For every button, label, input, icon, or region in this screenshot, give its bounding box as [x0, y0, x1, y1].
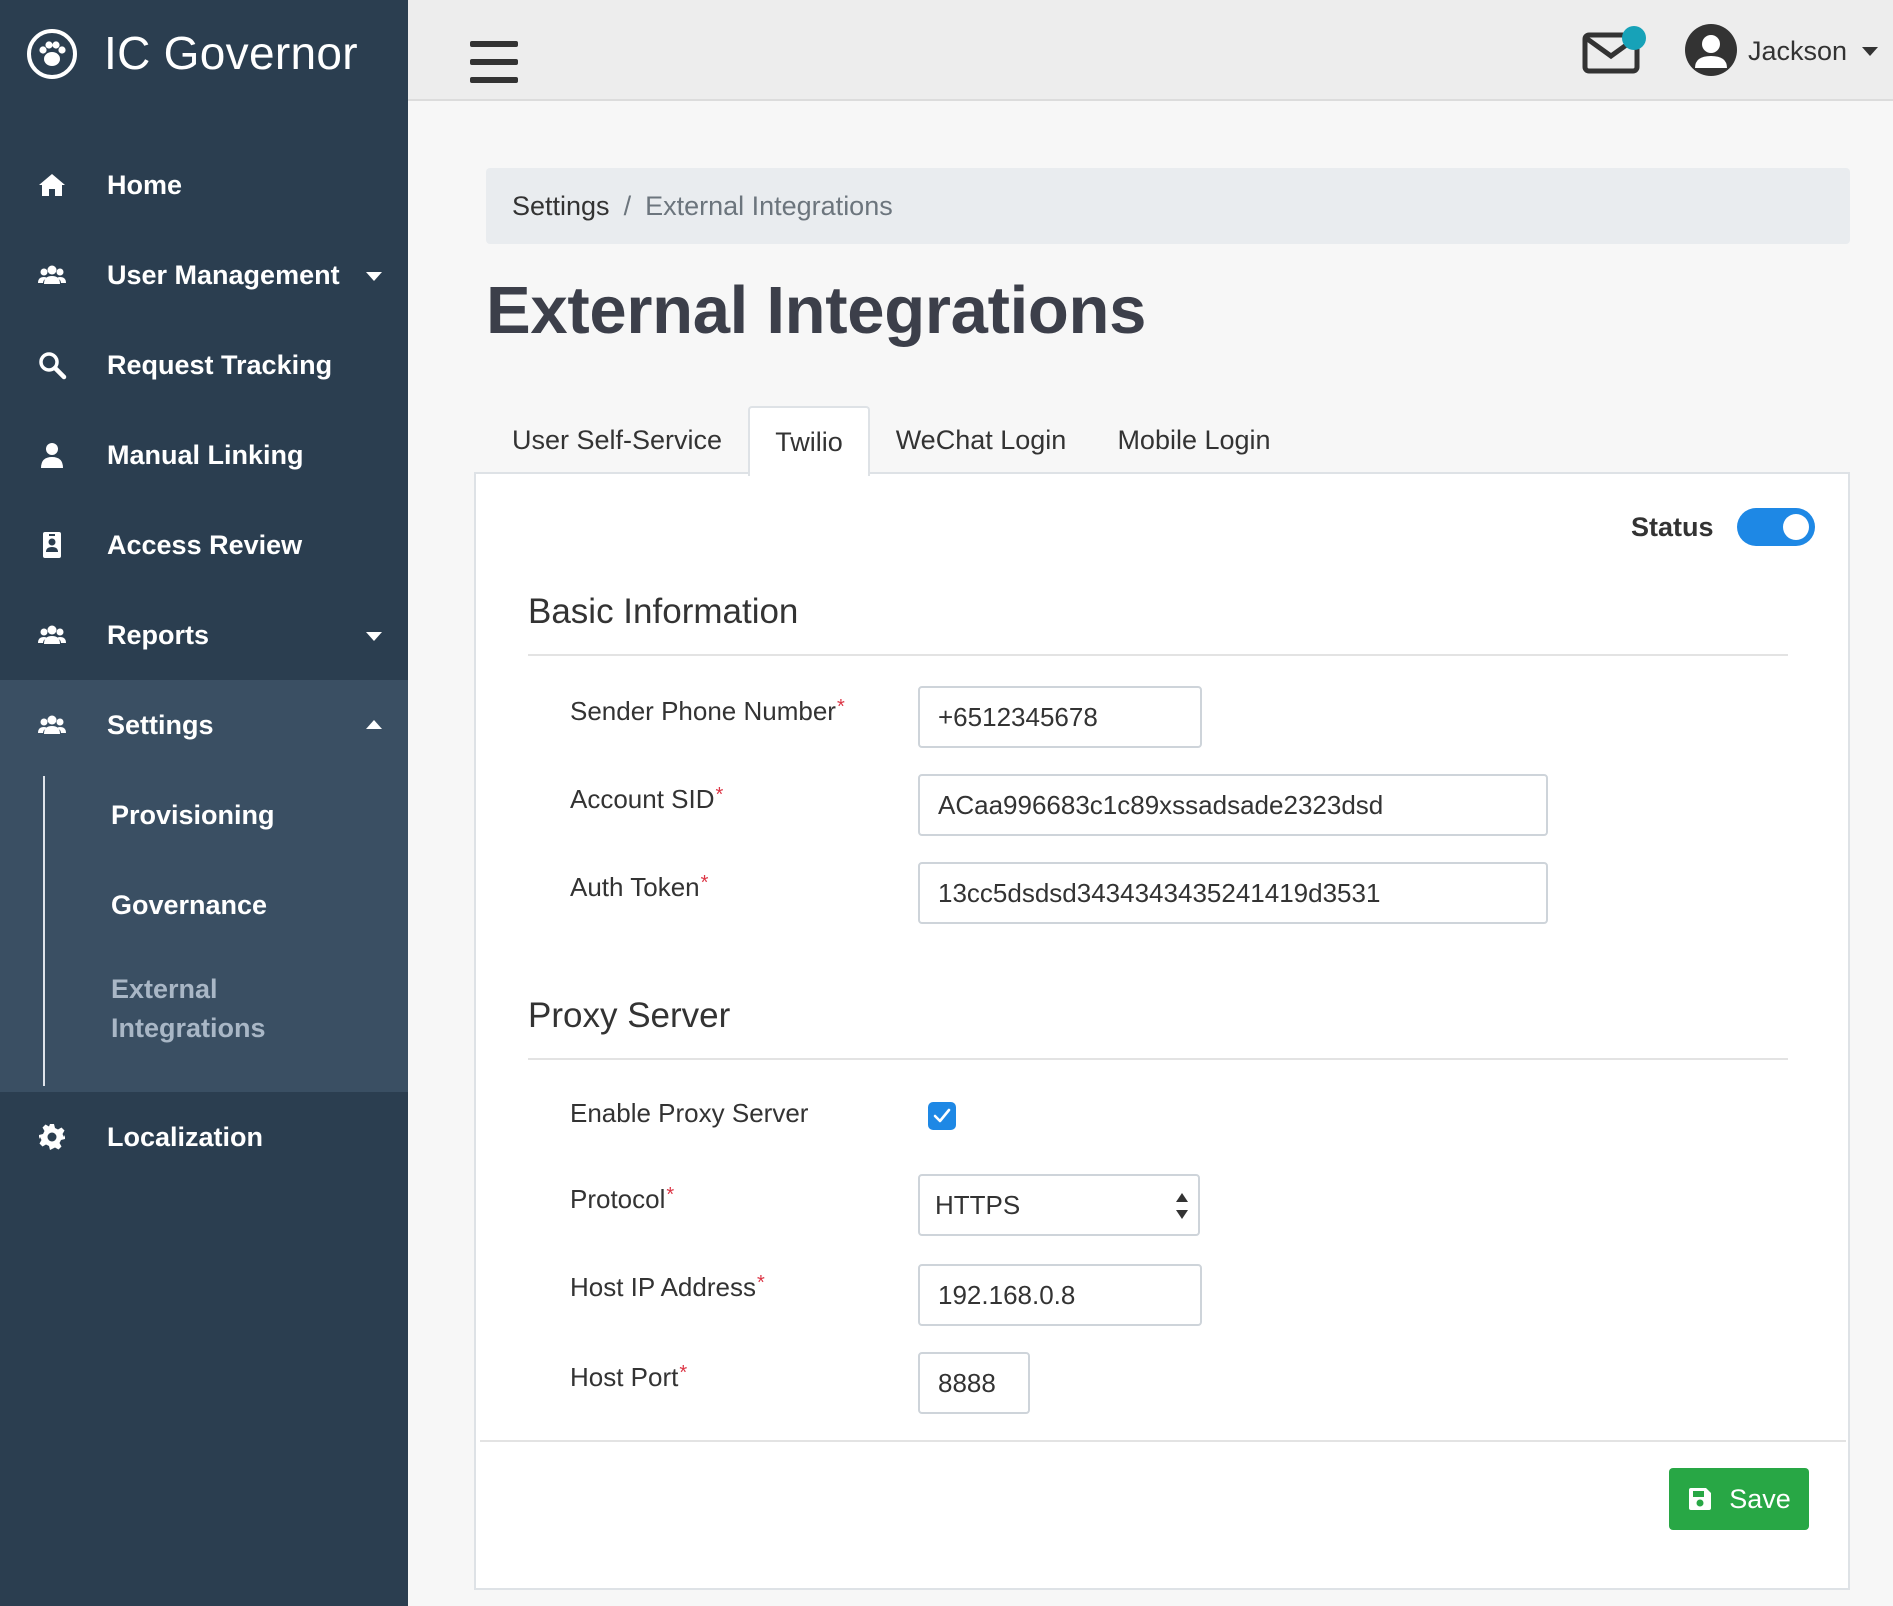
- tab-mobile-login[interactable]: Mobile Login: [1092, 406, 1296, 474]
- users-icon: [36, 259, 68, 291]
- sidebar-item-settings[interactable]: Settings: [0, 680, 408, 770]
- label-text: Host Port: [570, 1362, 679, 1392]
- status-toggle[interactable]: [1737, 508, 1815, 546]
- settings-group: Settings Provisioning Governance Externa…: [0, 680, 408, 1092]
- id-badge-icon: [36, 529, 68, 561]
- section-divider: [528, 654, 1788, 656]
- chevron-down-icon[interactable]: [1862, 47, 1878, 56]
- sidebar-item-manual-linking[interactable]: Manual Linking: [0, 410, 408, 500]
- sidebar-item-label: Localization: [107, 1121, 264, 1152]
- required-mark: *: [666, 1184, 675, 1206]
- host-port-input[interactable]: [918, 1352, 1030, 1414]
- sidebar-item-home[interactable]: Home: [0, 140, 408, 230]
- sidebar-item-localization[interactable]: Localization: [0, 1092, 408, 1182]
- label-text: Account SID: [570, 784, 715, 814]
- label-text: Auth Token: [570, 872, 700, 902]
- save-icon: [1689, 1488, 1712, 1510]
- sidebar-subitem-external-integrations[interactable]: External Integrations: [0, 950, 408, 1068]
- sidebar-item-label: Settings: [107, 709, 214, 740]
- sidebar-item-label: Access Review: [107, 529, 303, 560]
- sidebar-item-request-tracking[interactable]: Request Tracking: [0, 320, 408, 410]
- required-mark: *: [679, 1362, 688, 1384]
- required-mark: *: [715, 784, 724, 806]
- user-avatar-icon[interactable]: [1685, 24, 1737, 76]
- sidebar-item-reports[interactable]: Reports: [0, 590, 408, 680]
- sidebar-item-user-management[interactable]: User Management: [0, 230, 408, 320]
- breadcrumb: Settings / External Integrations: [486, 168, 1850, 244]
- settings-submenu: Provisioning Governance External Integra…: [0, 770, 408, 1092]
- sidebar-subitem-label: Provisioning: [111, 799, 275, 830]
- account-sid-input[interactable]: [918, 774, 1548, 836]
- label-text: Host IP Address: [570, 1272, 756, 1302]
- label-text: Protocol: [570, 1184, 666, 1214]
- tab-bar: User Self-Service Twilio WeChat Login Mo…: [486, 406, 1850, 476]
- app-name: IC Governor: [104, 27, 358, 79]
- label-text: Sender Phone Number: [570, 696, 836, 726]
- users-icon: [36, 619, 68, 651]
- select-arrows-icon: [1176, 1193, 1188, 1219]
- user-icon: [36, 439, 68, 471]
- tab-twilio[interactable]: Twilio: [748, 406, 870, 476]
- required-mark: *: [700, 872, 709, 894]
- sidebar-item-label: Manual Linking: [107, 439, 304, 470]
- sidebar-item-label: Home: [107, 169, 183, 200]
- sidebar-subitem-label: External Integrations: [111, 974, 266, 1043]
- protocol-label: Protocol*: [570, 1184, 674, 1215]
- sender-phone-input[interactable]: [918, 686, 1202, 748]
- sidebar-item-access-review[interactable]: Access Review: [0, 500, 408, 590]
- required-mark: *: [756, 1272, 765, 1294]
- chevron-down-icon: [366, 272, 382, 281]
- status-label: Status: [1631, 512, 1714, 542]
- chevron-down-icon: [366, 632, 382, 641]
- users-icon: [36, 709, 68, 741]
- protocol-selected-value: HTTPS: [935, 1189, 1021, 1220]
- save-button-label: Save: [1729, 1483, 1791, 1514]
- auth-token-label: Auth Token*: [570, 872, 708, 903]
- protocol-select[interactable]: HTTPS: [918, 1174, 1200, 1236]
- auth-token-input[interactable]: [918, 862, 1548, 924]
- search-icon: [36, 349, 68, 381]
- panel-footer-divider: [480, 1440, 1846, 1442]
- tab-wechat-login[interactable]: WeChat Login: [870, 406, 1092, 474]
- required-mark: *: [836, 696, 845, 718]
- tab-user-self-service[interactable]: User Self-Service: [486, 406, 748, 474]
- account-sid-label: Account SID*: [570, 784, 723, 815]
- user-name[interactable]: Jackson: [1748, 36, 1847, 67]
- toggle-knob: [1783, 514, 1809, 540]
- topbar: Jackson: [408, 0, 1893, 101]
- save-button[interactable]: Save: [1669, 1468, 1809, 1530]
- page-title: External Integrations: [486, 273, 1147, 348]
- brand[interactable]: IC Governor: [0, 0, 408, 108]
- hamburger-menu-icon[interactable]: [470, 41, 518, 83]
- section-title-proxy: Proxy Server: [528, 996, 731, 1035]
- host-port-label: Host Port*: [570, 1362, 687, 1393]
- checkmark-icon: [933, 1108, 951, 1123]
- sidebar: IC Governor Home User Management Request…: [0, 0, 408, 1606]
- section-title-basic: Basic Information: [528, 592, 799, 631]
- sidebar-item-label: Request Tracking: [107, 349, 333, 380]
- breadcrumb-separator: /: [623, 190, 632, 221]
- twilio-settings-panel: Status Basic Information Sender Phone Nu…: [474, 472, 1850, 1590]
- sidebar-subitem-label: Governance: [111, 889, 268, 920]
- sidebar-subitem-governance[interactable]: Governance: [0, 860, 408, 950]
- sidebar-subitem-provisioning[interactable]: Provisioning: [0, 770, 408, 860]
- sender-phone-label: Sender Phone Number*: [570, 696, 845, 727]
- host-ip-label: Host IP Address*: [570, 1272, 765, 1303]
- sidebar-item-label: User Management: [107, 259, 340, 290]
- sidebar-nav: Home User Management Request Tracking Ma…: [0, 140, 408, 1182]
- enable-proxy-label: Enable Proxy Server: [570, 1098, 809, 1128]
- breadcrumb-settings[interactable]: Settings: [512, 191, 610, 222]
- chevron-up-icon: [366, 720, 382, 729]
- gear-icon: [36, 1121, 68, 1153]
- home-icon: [36, 169, 68, 201]
- breadcrumb-current: External Integrations: [645, 190, 893, 221]
- notification-badge: [1622, 26, 1646, 50]
- host-ip-input[interactable]: [918, 1264, 1202, 1326]
- sidebar-item-label: Reports: [107, 619, 210, 650]
- section-divider: [528, 1058, 1788, 1060]
- enable-proxy-checkbox[interactable]: [928, 1102, 956, 1130]
- paw-logo-icon: [27, 29, 77, 79]
